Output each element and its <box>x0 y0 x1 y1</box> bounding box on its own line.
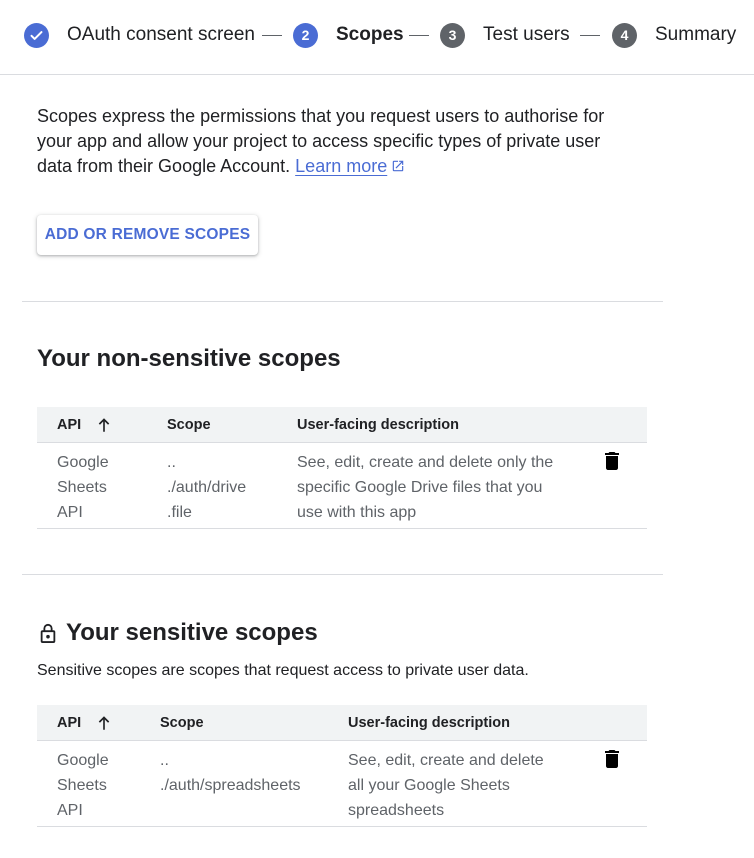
table-row: Google Sheets API .. ./auth/spreadsheets… <box>37 741 647 827</box>
column-description: User-facing description <box>348 715 510 731</box>
description-cell: See, edit, create and delete only the sp… <box>297 450 553 525</box>
api-cell: Google Sheets API <box>57 748 109 823</box>
sensitive-scopes-table: API Scope User-facing description Google… <box>37 705 647 827</box>
cell-line: all your Google Sheets <box>348 777 510 794</box>
trash-icon[interactable] <box>604 452 620 470</box>
cell-line: See, edit, create and delete <box>348 752 544 769</box>
external-link-icon[interactable] <box>391 159 405 173</box>
divider <box>22 301 663 302</box>
cell-line: specific Google Drive files that you <box>297 479 543 496</box>
column-api[interactable]: API <box>57 705 113 741</box>
step-separator <box>409 35 429 36</box>
column-scope: Scope <box>167 417 211 433</box>
cell-line: Sheets <box>57 777 107 794</box>
divider <box>22 574 663 575</box>
stepper: OAuth consent screen 2 Scopes 3 Test use… <box>0 0 754 75</box>
cell-line: Sheets <box>57 479 107 496</box>
step-scopes[interactable]: 2 Scopes <box>293 22 404 48</box>
scope-cell: .. ./auth/drive .file <box>167 450 246 525</box>
table-header: API Scope User-facing description <box>37 407 647 443</box>
column-label: API <box>57 417 82 433</box>
trash-icon[interactable] <box>604 750 620 768</box>
cell-line: ./auth/spreadsheets <box>160 777 301 794</box>
column-label: API <box>57 715 82 731</box>
step-test-users[interactable]: 3 Test users <box>440 22 570 48</box>
column-description: User-facing description <box>297 417 459 433</box>
add-or-remove-scopes-button[interactable]: ADD OR REMOVE SCOPES <box>37 215 258 255</box>
cell-line: use with this app <box>297 504 417 521</box>
cell-line: Google <box>57 454 109 471</box>
step-label: Summary <box>655 24 737 45</box>
step-number: 3 <box>440 22 465 48</box>
step-label: OAuth consent screen <box>67 24 255 45</box>
check-icon <box>24 22 49 48</box>
lock-icon <box>40 623 56 643</box>
cell-line: spreadsheets <box>348 802 445 819</box>
api-cell: Google Sheets API <box>57 450 109 525</box>
scope-cell: .. ./auth/spreadsheets <box>160 748 301 798</box>
description-cell: See, edit, create and delete all your Go… <box>348 748 544 823</box>
step-number: 2 <box>293 22 318 48</box>
step-label: Scopes <box>336 24 404 45</box>
non-sensitive-scopes-table: API Scope User-facing description Google… <box>37 407 647 529</box>
cell-line: ./auth/drive <box>167 479 247 496</box>
step-label: Test users <box>483 24 570 45</box>
sensitive-scopes-description: Sensitive scopes are scopes that request… <box>37 662 529 679</box>
learn-more-link[interactable]: Learn more <box>295 156 387 176</box>
cell-line: API <box>57 802 83 819</box>
table-row: Google Sheets API .. ./auth/drive .file … <box>37 443 647 529</box>
step-summary[interactable]: 4 Summary <box>612 22 736 48</box>
column-scope: Scope <box>160 715 204 731</box>
cell-line: .. <box>167 454 176 471</box>
step-oauth-consent[interactable]: OAuth consent screen <box>24 22 255 48</box>
arrow-up-icon[interactable] <box>95 714 113 732</box>
step-number: 4 <box>612 22 637 48</box>
table-header: API Scope User-facing description <box>37 705 647 741</box>
cell-line: API <box>57 504 83 521</box>
arrow-up-icon[interactable] <box>95 416 113 434</box>
cell-line: .. <box>160 752 169 769</box>
step-separator <box>580 35 600 36</box>
cell-line: Google <box>57 752 109 769</box>
scopes-intro: Scopes express the permissions that you … <box>37 104 637 179</box>
non-sensitive-scopes-title: Your non-sensitive scopes <box>37 345 341 372</box>
cell-line: See, edit, create and delete only the <box>297 454 554 471</box>
cell-line: .file <box>167 504 192 521</box>
step-separator <box>262 35 282 36</box>
sensitive-scopes-title: Your sensitive scopes <box>66 619 318 646</box>
column-api[interactable]: API <box>57 407 113 443</box>
